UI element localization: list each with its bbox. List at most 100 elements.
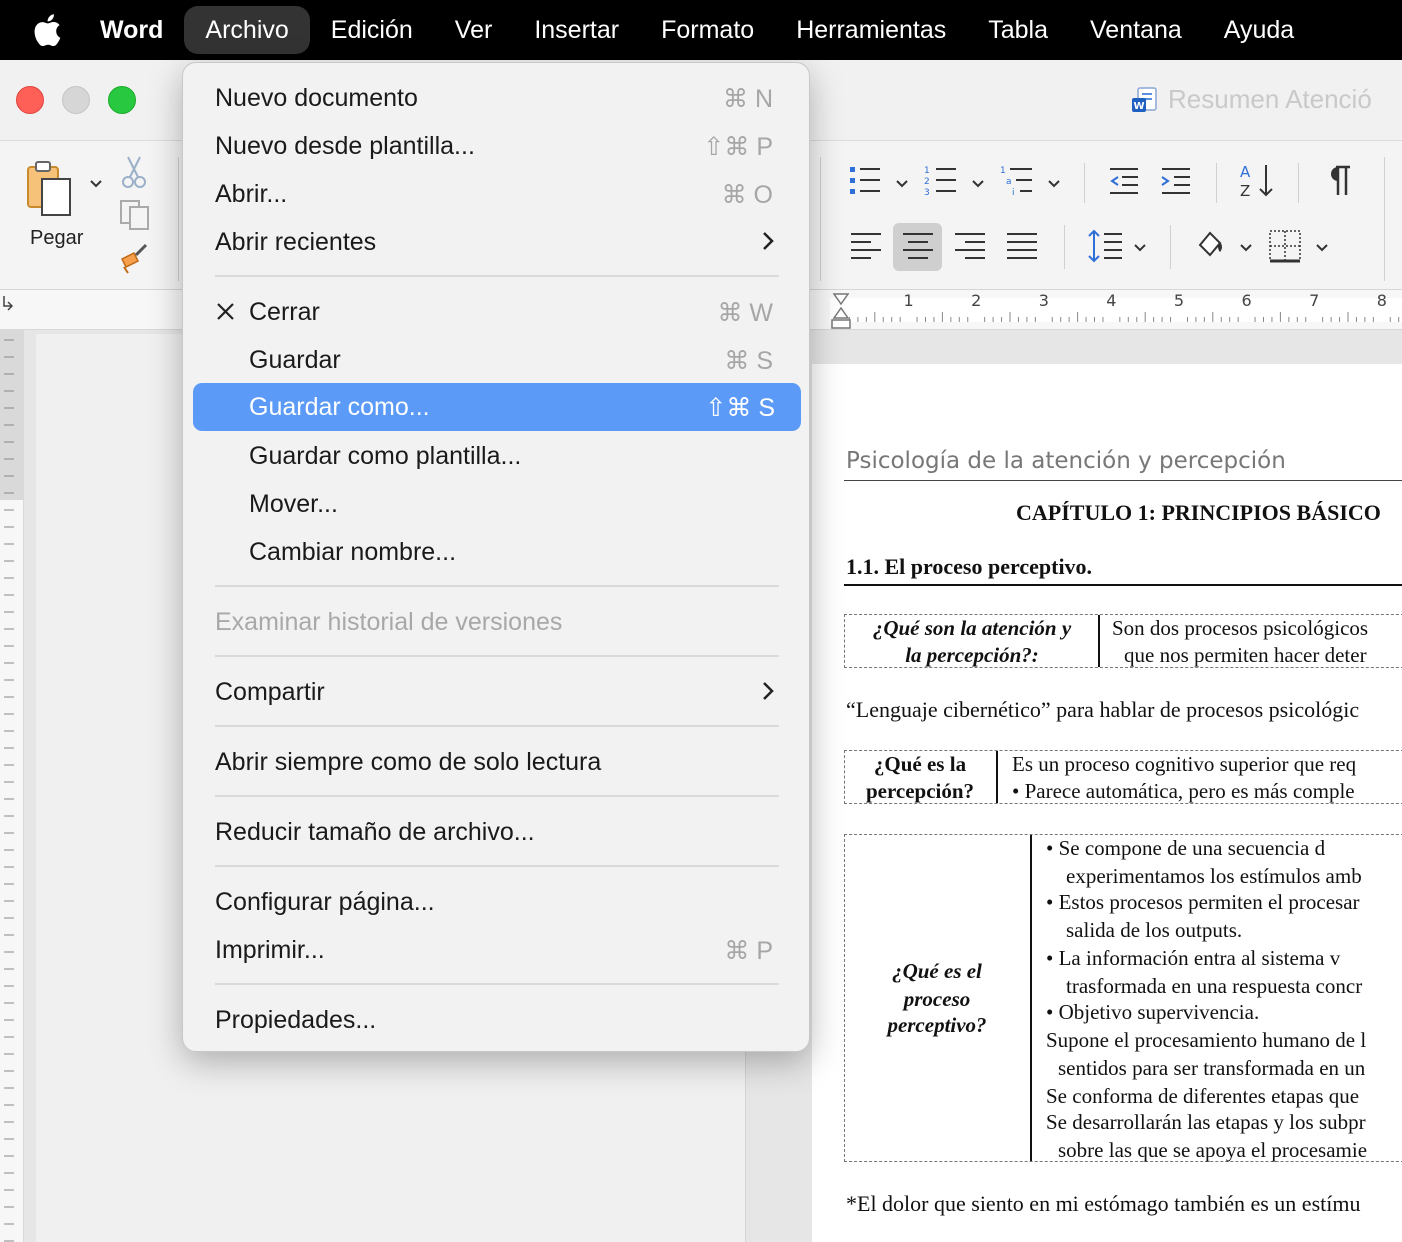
table-answer-line[interactable]: • Estos procesos permiten el procesar [1046,889,1360,916]
ribbon-separator [1216,163,1217,203]
menu-item-cambiar-nombre[interactable]: Cambiar nombre... [183,528,809,576]
tab-stop-selector-icon[interactable] [3,296,14,311]
numbering-dropdown-chevron-icon[interactable] [970,177,986,195]
table-answer-line[interactable]: Se conforma de diferentes etapas que [1046,1083,1359,1110]
section-rule [844,584,1402,586]
menu-item-guardar-como[interactable]: Guardar como... ⇧⌘ S [193,383,801,431]
menu-item-label: Guardar [249,346,341,374]
table-answer-line[interactable]: experimentamos los estímulos amb [1066,863,1362,890]
ruler-number: 1 [904,291,914,310]
menu-edicion[interactable]: Edición [310,6,434,54]
show-formatting-marks-icon[interactable] [1324,163,1354,204]
menu-item-compartir[interactable]: Compartir [183,668,809,716]
menu-item-shortcut: ⌘ W [717,299,773,327]
table-answer-line[interactable]: que nos permiten hacer deter [1124,642,1367,669]
menu-formato[interactable]: Formato [640,6,775,54]
line-spacing-icon[interactable] [1086,227,1126,270]
shading-dropdown-chevron-icon[interactable] [1238,241,1254,259]
format-painter-icon[interactable] [118,241,152,280]
left-indent-marker[interactable] [831,319,851,329]
apple-icon[interactable] [32,13,62,47]
table-answer-line[interactable]: trasformada en una respuesta concr [1066,973,1362,1000]
align-right-icon[interactable] [952,229,988,268]
table-answer-line[interactable]: • Objetivo supervivencia. [1046,999,1259,1026]
menu-item-abrir-solo-lectura[interactable]: Abrir siempre como de solo lectura [183,738,809,786]
bullets-dropdown-chevron-icon[interactable] [894,177,910,195]
menu-item-abrir[interactable]: Abrir... ⌘ O [183,170,809,218]
close-window-button[interactable] [16,86,44,114]
menu-herramientas[interactable]: Herramientas [775,6,967,54]
justify-icon[interactable] [1004,229,1040,268]
menu-tabla[interactable]: Tabla [967,6,1069,54]
multilevel-dropdown-chevron-icon[interactable] [1046,177,1062,195]
table-question-line[interactable]: la percepción?: [852,642,1092,669]
menu-ventana[interactable]: Ventana [1069,6,1203,54]
increase-indent-icon[interactable] [1158,165,1194,202]
menu-item-mover[interactable]: Mover... [183,480,809,528]
menu-insertar[interactable]: Insertar [513,6,640,54]
table-question-line[interactable]: proceso [852,986,1022,1013]
multilevel-list-icon[interactable]: 1ai [998,163,1038,204]
table-answer-line[interactable]: Es un proceso cognitivo superior que req [1012,751,1356,778]
menu-item-shortcut: ⌘ N [723,85,773,113]
menu-item-label: Reducir tamaño de archivo... [215,818,535,846]
svg-text:a: a [1006,177,1012,187]
menu-item-cerrar[interactable]: Cerrar ⌘ W [183,288,809,336]
table-question-line[interactable]: ¿Qué es el [852,958,1022,985]
table-answer-line[interactable]: • La información entra al sistema v [1046,945,1340,972]
table-question-line[interactable]: percepción? [850,778,990,805]
line-spacing-dropdown-chevron-icon[interactable] [1132,241,1148,259]
table-answer-line[interactable]: Son dos procesos psicológicos [1112,615,1368,642]
table-question-line[interactable]: perceptivo? [852,1012,1022,1039]
numbering-icon[interactable]: 123 [922,163,962,204]
paragraph[interactable]: “Lenguaje cibernético” para hablar de pr… [846,697,1359,723]
menu-item-propiedades[interactable]: Propiedades... [183,996,809,1044]
menu-archivo[interactable]: Archivo [184,6,310,54]
vertical-ruler[interactable] [0,330,24,1242]
menu-item-guardar[interactable]: Guardar ⌘ S [183,336,809,384]
table-answer-line[interactable]: sentidos para ser transformada en un [1058,1055,1365,1082]
align-center-icon[interactable] [900,229,936,268]
menu-app-word[interactable]: Word [100,6,184,54]
sort-icon[interactable]: AZ [1238,161,1278,206]
align-left-icon[interactable] [848,229,884,268]
cut-icon[interactable] [120,155,148,194]
menu-item-reducir-tamano[interactable]: Reducir tamaño de archivo... [183,808,809,856]
menu-item-label: Nuevo documento [215,84,418,112]
minimize-window-button[interactable] [62,86,90,114]
table-answer-line[interactable]: • Se compone de una secuencia d [1046,835,1325,862]
menu-item-guardar-como-plantilla[interactable]: Guardar como plantilla... [183,432,809,480]
menu-item-nuevo-documento[interactable]: Nuevo documento ⌘ N [183,74,809,122]
menu-item-nuevo-desde-plantilla[interactable]: Nuevo desde plantilla... ⇧⌘ P [183,122,809,170]
copy-icon[interactable] [118,199,152,236]
table-answer-line[interactable]: Supone el procesamiento humano de l [1046,1027,1366,1054]
borders-icon[interactable] [1266,227,1304,270]
table-question-line[interactable]: ¿Qué es la [850,751,990,778]
bullets-icon[interactable] [846,163,886,204]
table-answer-line[interactable]: Se desarrollarán las etapas y los subpr [1046,1109,1366,1136]
menu-item-configurar-pagina[interactable]: Configurar página... [183,878,809,926]
menu-item-imprimir[interactable]: Imprimir... ⌘ P [183,926,809,974]
menu-ayuda[interactable]: Ayuda [1203,6,1315,54]
paste-label[interactable]: Pegar [30,227,83,250]
paste-options-chevron-icon[interactable] [88,177,104,195]
shading-icon[interactable] [1194,227,1230,268]
submenu-chevron-right-icon [761,680,775,709]
table-answer-line[interactable]: sobre las que se apoya el procesamie [1058,1137,1367,1164]
paste-icon[interactable] [24,159,84,226]
table-answer-line[interactable]: salida de los outputs. [1066,917,1242,944]
zoom-window-button[interactable] [108,86,136,114]
borders-dropdown-chevron-icon[interactable] [1314,241,1330,259]
ribbon-separator [1384,157,1385,281]
menu-ver[interactable]: Ver [434,6,514,54]
footnote-paragraph[interactable]: *El dolor que siento en mi estómago tamb… [846,1191,1360,1217]
chapter-title[interactable]: CAPÍTULO 1: PRINCIPIOS BÁSICO [1016,500,1381,526]
table-question-line[interactable]: ¿Qué son la atención y [852,615,1092,642]
running-header[interactable]: Psicología de la atención y percepción [846,448,1286,474]
ruler-number: 3 [1039,291,1049,310]
decrease-indent-icon[interactable] [1106,165,1142,202]
menu-item-abrir-recientes[interactable]: Abrir recientes [183,218,809,266]
section-title[interactable]: 1.1. El proceso perceptivo. [846,554,1092,580]
table-answer-line[interactable]: • Parece automática, pero es más comple [1012,778,1355,805]
table-divider [996,751,998,803]
